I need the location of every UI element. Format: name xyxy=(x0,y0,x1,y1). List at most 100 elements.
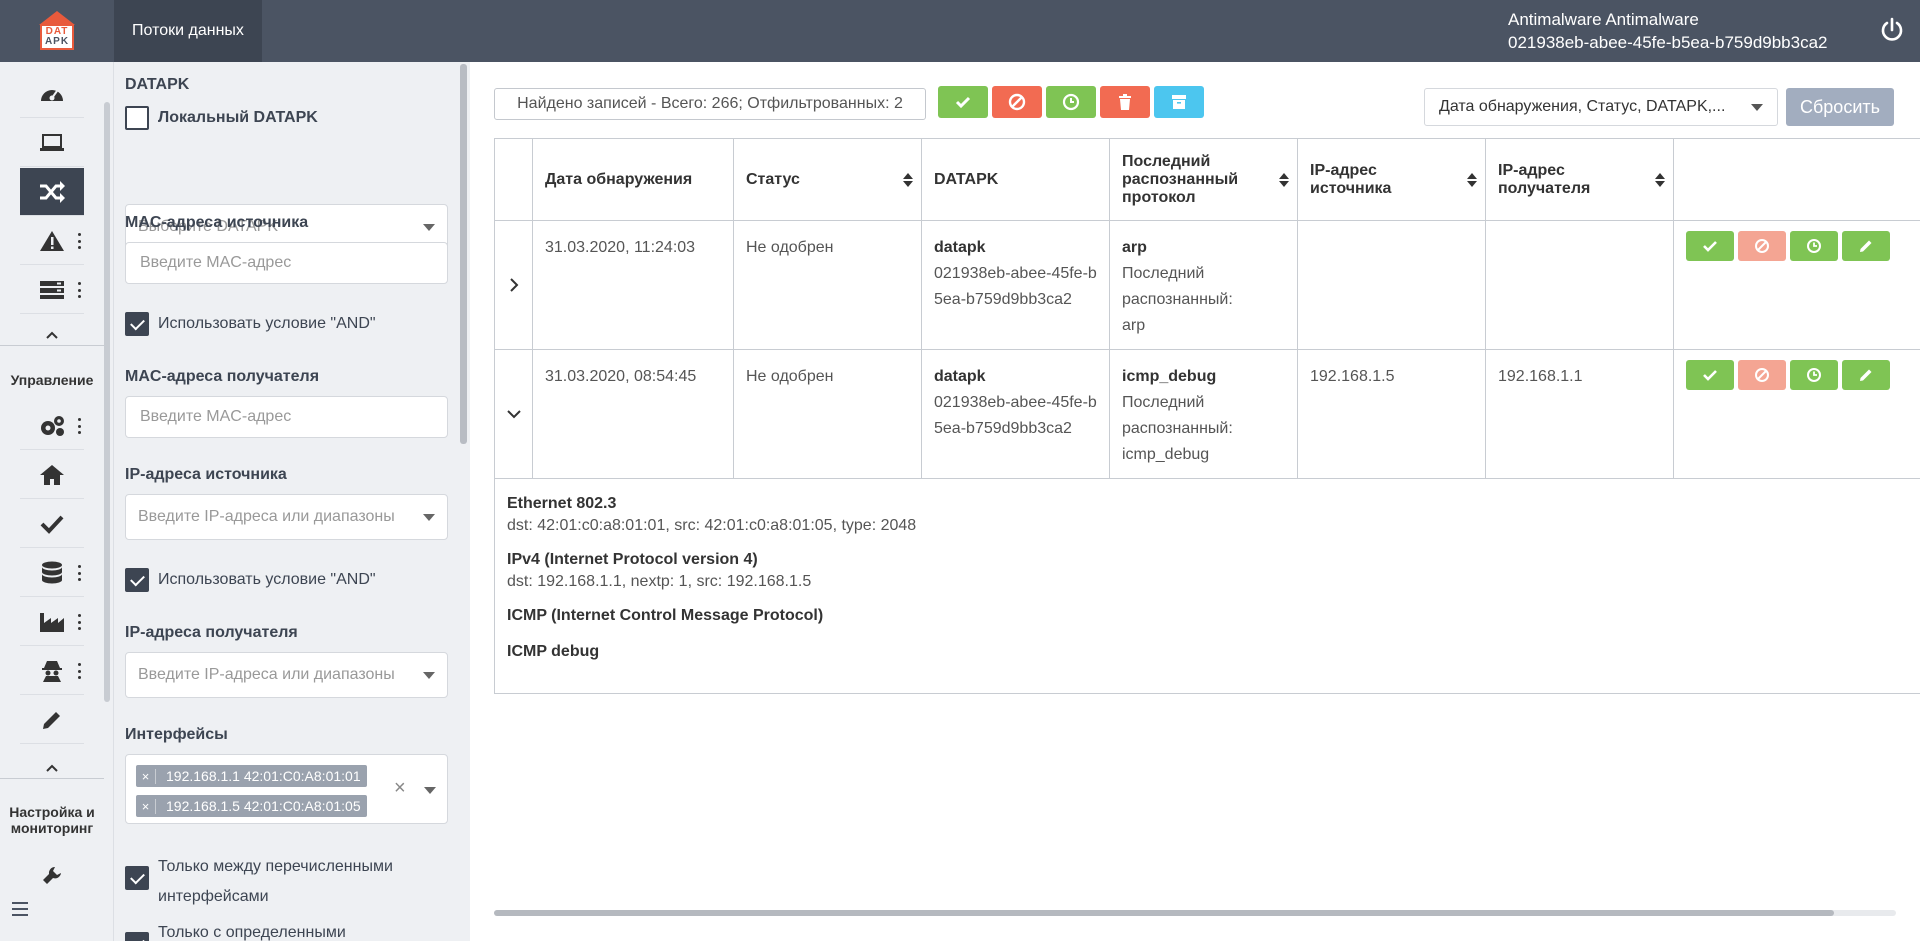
dst-ip-select[interactable]: Введите IP-адреса или диапазоны xyxy=(125,652,448,698)
sort-icon[interactable] xyxy=(1467,173,1477,187)
scrollbar-thumb[interactable] xyxy=(494,910,1834,916)
column-header-protocol[interactable]: Последний распознанный протокол xyxy=(1110,139,1298,221)
sidebar-item-edit[interactable] xyxy=(20,696,84,744)
datapk-label: DATAPK xyxy=(125,76,190,93)
column-header-status[interactable]: Статус xyxy=(734,139,922,221)
delete-all-button[interactable] xyxy=(1100,86,1150,118)
approve-button[interactable] xyxy=(1686,231,1734,261)
postpone-button[interactable] xyxy=(1790,360,1838,390)
sidebar-item-dashboard[interactable] xyxy=(20,70,84,118)
sort-icon[interactable] xyxy=(1655,173,1665,187)
more-dots-icon[interactable] xyxy=(76,614,82,630)
sidebar-item-devices[interactable] xyxy=(20,119,84,167)
pencil-icon xyxy=(1860,369,1872,381)
src-ip-select[interactable]: Введите IP-адреса или диапазоны xyxy=(125,494,448,540)
approve-all-button[interactable] xyxy=(938,86,988,118)
only-with-checkbox[interactable]: Только с определенными xyxy=(125,918,408,941)
chevron-down-icon[interactable] xyxy=(424,787,436,794)
more-dots-icon[interactable] xyxy=(76,233,82,249)
protocol-value: icmp_debug xyxy=(1122,446,1210,463)
datapk-id: 021938eb-abee-45fe-b5ea-b759d9bb3ca2 xyxy=(934,265,1097,308)
column-header-src-ip[interactable]: IP-адрес источника xyxy=(1298,139,1486,221)
checkbox-box[interactable] xyxy=(125,568,149,592)
logo[interactable]: DAT APK xyxy=(0,0,114,62)
cell-datapk: datapk 021938eb-abee-45fe-b5ea-b759d9bb3… xyxy=(922,350,1110,479)
sidebar-item-tools[interactable] xyxy=(20,852,84,900)
sort-icon[interactable] xyxy=(903,173,913,187)
cell-dst-ip xyxy=(1486,221,1674,350)
row-expand-toggle[interactable] xyxy=(495,221,533,350)
sidebar-item-incidents[interactable] xyxy=(20,217,84,265)
approve-button[interactable] xyxy=(1686,360,1734,390)
more-dots-icon[interactable] xyxy=(76,565,82,581)
datapk-name[interactable]: datapk xyxy=(934,239,986,256)
src-mac-and-checkbox[interactable]: Использовать условие "AND" xyxy=(125,312,376,336)
reject-all-button[interactable] xyxy=(992,86,1042,118)
detail-text: dst: 42:01:c0:a8:01:01, src: 42:01:c0:a8… xyxy=(507,517,917,534)
chip-remove-icon[interactable]: × xyxy=(136,798,156,814)
checkbox-box[interactable] xyxy=(125,312,149,336)
datapk-name[interactable]: datapk xyxy=(934,368,986,385)
sidebar-scrollbar[interactable] xyxy=(104,102,110,702)
row-actions xyxy=(1686,231,1894,261)
src-ip-and-checkbox[interactable]: Использовать условие "AND" xyxy=(125,568,376,592)
sidebar-item-database[interactable] xyxy=(20,549,84,597)
src-ip-label: IP-адреса источника xyxy=(125,466,287,483)
sidebar-item-industry[interactable] xyxy=(20,598,84,646)
clear-icon[interactable]: × xyxy=(394,777,406,800)
module-tab-data-flows[interactable]: Потоки данных xyxy=(114,0,262,62)
sidebar-item-approved[interactable] xyxy=(20,500,84,548)
interfaces-multiselect[interactable]: × 192.168.1.1 42:01:C0:A8:01:01 × 192.16… xyxy=(125,754,448,824)
chevron-up-icon[interactable] xyxy=(40,326,64,344)
sort-icon[interactable] xyxy=(1279,173,1289,187)
server-icon xyxy=(40,280,64,299)
edit-button[interactable] xyxy=(1842,360,1890,390)
chip-remove-icon[interactable]: × xyxy=(136,768,156,784)
edit-button[interactable] xyxy=(1842,231,1890,261)
checkbox-box[interactable] xyxy=(125,866,149,890)
more-dots-icon[interactable] xyxy=(76,418,82,434)
sidebar-item-settings[interactable] xyxy=(20,402,84,450)
column-header-label: Последний распознанный протокол xyxy=(1122,152,1239,206)
ban-icon xyxy=(1008,93,1026,111)
warning-icon xyxy=(40,230,64,251)
detail-title: IPv4 (Internet Protocol version 4) xyxy=(507,551,758,568)
column-header-label: Статус xyxy=(746,170,800,188)
cell-status: Не одобрен xyxy=(734,350,922,479)
checkbox-box[interactable] xyxy=(125,106,149,130)
sort-select[interactable]: Дата обнаружения, Статус, DATAPK,... xyxy=(1424,88,1778,126)
power-icon[interactable] xyxy=(1878,16,1906,44)
reject-button[interactable] xyxy=(1738,360,1786,390)
filter-scrollbar[interactable] xyxy=(460,64,467,444)
column-header-datapk[interactable]: DATAPK xyxy=(922,139,1110,221)
column-header-date[interactable]: Дата обнаружения xyxy=(533,139,734,221)
sidebar-item-servers[interactable] xyxy=(20,266,84,314)
archive-all-button[interactable] xyxy=(1154,86,1204,118)
postpone-button[interactable] xyxy=(1790,231,1838,261)
sidebar-item-agents[interactable] xyxy=(20,647,84,695)
chevron-up-icon[interactable] xyxy=(40,759,64,777)
local-datapk-checkbox[interactable]: Локальный DATAPK xyxy=(125,106,318,130)
menu-icon[interactable] xyxy=(12,902,28,916)
column-header-label: IP-адрес источника xyxy=(1310,161,1392,197)
more-dots-icon[interactable] xyxy=(76,663,82,679)
only-between-label: Только между перечисленными интерфейсами xyxy=(158,858,393,905)
reject-button[interactable] xyxy=(1738,231,1786,261)
cell-date: 31.03.2020, 08:54:45 xyxy=(533,350,734,479)
src-mac-input[interactable]: Введите MAC-адрес xyxy=(125,242,448,284)
and-condition-label-2: Использовать условие "AND" xyxy=(158,571,376,588)
sidebar-item-home[interactable] xyxy=(20,451,84,499)
postpone-all-button[interactable] xyxy=(1046,86,1096,118)
dst-mac-input[interactable]: Введите MAC-адрес xyxy=(125,396,448,438)
laptop-icon xyxy=(40,133,64,151)
clock-icon xyxy=(1807,368,1821,382)
horizontal-scrollbar[interactable] xyxy=(494,910,1896,916)
only-between-checkbox[interactable]: Только между перечисленными интерфейсами xyxy=(125,852,408,912)
more-dots-icon[interactable] xyxy=(76,282,82,298)
factory-icon xyxy=(40,612,64,632)
checkbox-box[interactable] xyxy=(125,932,149,941)
column-header-dst-ip[interactable]: IP-адрес получателя xyxy=(1486,139,1674,221)
reset-button[interactable]: Сбросить xyxy=(1786,88,1894,126)
row-expand-toggle[interactable] xyxy=(495,350,533,479)
sidebar-item-data-flows[interactable] xyxy=(20,168,84,216)
